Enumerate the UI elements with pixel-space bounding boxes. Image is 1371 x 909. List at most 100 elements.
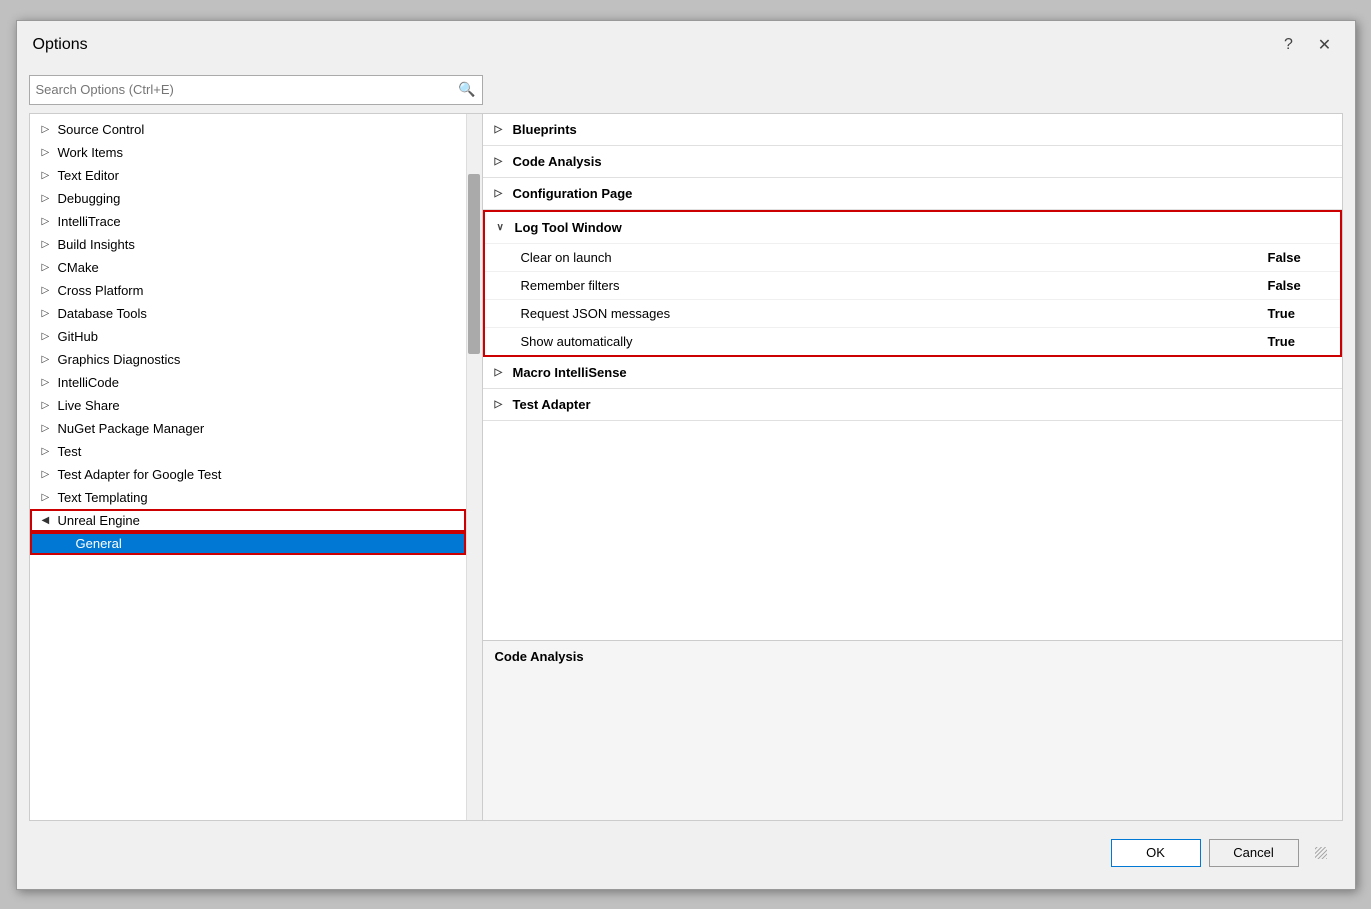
section-label-log-tool-window: Log Tool Window <box>515 220 622 235</box>
tree-arrow-cross-platform: ▷ <box>42 285 58 296</box>
section-header-code-analysis[interactable]: ▷ Code Analysis <box>483 146 1342 177</box>
section-label-test-adapter: Test Adapter <box>513 397 591 412</box>
title-bar: Options ? ✕ <box>17 21 1355 67</box>
tree-label-debugging: Debugging <box>58 191 121 206</box>
tree-label-database-tools: Database Tools <box>58 306 147 321</box>
section-label-code-analysis: Code Analysis <box>513 154 602 169</box>
chevron-configuration-page: ▷ <box>495 188 513 199</box>
search-input[interactable] <box>36 82 459 97</box>
tree-item-work-items[interactable]: ▷ Work Items <box>30 141 466 164</box>
tree-label-test: Test <box>58 444 82 459</box>
tree-item-text-editor[interactable]: ▷ Text Editor <box>30 164 466 187</box>
dialog-title: Options <box>33 36 88 54</box>
section-configuration-page: ▷ Configuration Page <box>483 178 1342 210</box>
tree-item-debugging[interactable]: ▷ Debugging <box>30 187 466 210</box>
section-header-macro-intellisense[interactable]: ▷ Macro IntelliSense <box>483 357 1342 388</box>
tree-label-cmake: CMake <box>58 260 99 275</box>
tree-arrow-live-share: ▷ <box>42 400 58 411</box>
tree-label-general: General <box>76 536 122 551</box>
tree-label-cross-platform: Cross Platform <box>58 283 144 298</box>
tree-label-text-editor: Text Editor <box>58 168 119 183</box>
tree-item-github[interactable]: ▷ GitHub <box>30 325 466 348</box>
row-value-request-json: True <box>1268 306 1328 321</box>
tree-label-graphics-diagnostics: Graphics Diagnostics <box>58 352 181 367</box>
tree-arrow-github: ▷ <box>42 331 58 342</box>
tree-arrow-build-insights: ▷ <box>42 239 58 250</box>
resize-grip <box>1315 847 1327 859</box>
tree-item-test[interactable]: ▷ Test <box>30 440 466 463</box>
scrollbar-thumb[interactable] <box>468 174 480 354</box>
row-remember-filters: Remember filters False <box>485 271 1340 299</box>
section-macro-intellisense: ▷ Macro IntelliSense <box>483 357 1342 389</box>
row-value-show-automatically: True <box>1268 334 1328 349</box>
tree-label-work-items: Work Items <box>58 145 124 160</box>
tree-item-cmake[interactable]: ▷ CMake <box>30 256 466 279</box>
close-button[interactable]: ✕ <box>1311 31 1339 59</box>
tree-label-text-templating: Text Templating <box>58 490 148 505</box>
row-label-remember-filters: Remember filters <box>521 278 1268 293</box>
tree-item-text-templating[interactable]: ▷ Text Templating <box>30 486 466 509</box>
tree-arrow-intellitrace: ▷ <box>42 216 58 227</box>
section-code-analysis: ▷ Code Analysis <box>483 146 1342 178</box>
right-top: ▷ Blueprints ▷ Code Analysis <box>483 114 1342 640</box>
section-header-blueprints[interactable]: ▷ Blueprints <box>483 114 1342 145</box>
tree-item-build-insights[interactable]: ▷ Build Insights <box>30 233 466 256</box>
chevron-code-analysis: ▷ <box>495 156 513 167</box>
tree-item-intellitrace[interactable]: ▷ IntelliTrace <box>30 210 466 233</box>
tree-label-source-control: Source Control <box>58 122 145 137</box>
chevron-log-tool-window: ∨ <box>497 222 515 233</box>
options-dialog: Options ? ✕ 🔍 ▷ Source Control ▷ <box>16 20 1356 890</box>
tree-label-github: GitHub <box>58 329 98 344</box>
tree-arrow-intellicode: ▷ <box>42 377 58 388</box>
row-label-show-automatically: Show automatically <box>521 334 1268 349</box>
section-label-blueprints: Blueprints <box>513 122 577 137</box>
tree-item-test-adapter-google[interactable]: ▷ Test Adapter for Google Test <box>30 463 466 486</box>
section-label-macro-intellisense: Macro IntelliSense <box>513 365 627 380</box>
main-area: ▷ Source Control ▷ Work Items ▷ Text Edi… <box>29 113 1343 821</box>
tree-item-graphics-diagnostics[interactable]: ▷ Graphics Diagnostics <box>30 348 466 371</box>
row-show-automatically: Show automatically True <box>485 327 1340 355</box>
tree-arrow-unreal-engine: ◀ <box>42 515 58 526</box>
tree-label-test-adapter-google: Test Adapter for Google Test <box>58 467 222 482</box>
tree-arrow-work-items: ▷ <box>42 147 58 158</box>
tree-label-build-insights: Build Insights <box>58 237 135 252</box>
right-bottom-panel: Code Analysis <box>483 640 1342 820</box>
tree-list: ▷ Source Control ▷ Work Items ▷ Text Edi… <box>30 114 466 820</box>
tree-item-nuget[interactable]: ▷ NuGet Package Manager <box>30 417 466 440</box>
tree-item-live-share[interactable]: ▷ Live Share <box>30 394 466 417</box>
tree-label-nuget: NuGet Package Manager <box>58 421 205 436</box>
title-bar-buttons: ? ✕ <box>1275 31 1339 59</box>
tree-label-intellitrace: IntelliTrace <box>58 214 121 229</box>
left-panel: ▷ Source Control ▷ Work Items ▷ Text Edi… <box>29 113 483 821</box>
tree-label-intellicode: IntelliCode <box>58 375 119 390</box>
tree-arrow-debugging: ▷ <box>42 193 58 204</box>
tree-item-general[interactable]: General <box>30 532 466 555</box>
section-blueprints: ▷ Blueprints <box>483 114 1342 146</box>
section-label-configuration-page: Configuration Page <box>513 186 633 201</box>
scrollbar-track[interactable] <box>466 114 482 820</box>
tree-item-intellicode[interactable]: ▷ IntelliCode <box>30 371 466 394</box>
right-bottom-title: Code Analysis <box>495 649 584 664</box>
tree-arrow-database-tools: ▷ <box>42 308 58 319</box>
row-value-remember-filters: False <box>1268 278 1328 293</box>
section-header-configuration-page[interactable]: ▷ Configuration Page <box>483 178 1342 209</box>
section-header-log-tool-window[interactable]: ∨ Log Tool Window <box>485 212 1340 243</box>
section-log-tool-window: ∨ Log Tool Window Clear on launch False … <box>483 210 1342 357</box>
section-test-adapter: ▷ Test Adapter <box>483 389 1342 421</box>
section-header-test-adapter[interactable]: ▷ Test Adapter <box>483 389 1342 420</box>
help-button[interactable]: ? <box>1275 31 1303 59</box>
ok-button[interactable]: OK <box>1111 839 1201 867</box>
tree-item-cross-platform[interactable]: ▷ Cross Platform <box>30 279 466 302</box>
tree-item-unreal-engine[interactable]: ◀ Unreal Engine <box>30 509 466 532</box>
tree-arrow-test: ▷ <box>42 446 58 457</box>
tree-item-database-tools[interactable]: ▷ Database Tools <box>30 302 466 325</box>
row-clear-on-launch: Clear on launch False <box>485 243 1340 271</box>
footer: OK Cancel <box>29 829 1343 877</box>
row-request-json: Request JSON messages True <box>485 299 1340 327</box>
cancel-button[interactable]: Cancel <box>1209 839 1299 867</box>
right-panel: ▷ Blueprints ▷ Code Analysis <box>483 113 1343 821</box>
search-icon: 🔍 <box>458 81 475 98</box>
tree-item-source-control[interactable]: ▷ Source Control <box>30 118 466 141</box>
chevron-blueprints: ▷ <box>495 124 513 135</box>
tree-arrow-text-templating: ▷ <box>42 492 58 503</box>
